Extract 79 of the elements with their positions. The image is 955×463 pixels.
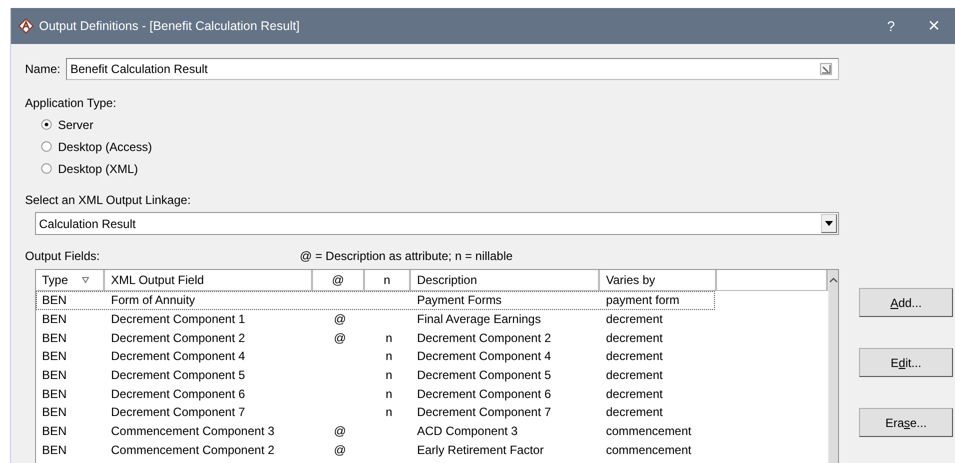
table-cell: decrement <box>606 386 663 401</box>
help-button[interactable]: ? <box>869 8 913 44</box>
table-cell: n <box>386 349 392 364</box>
dialog-button[interactable]: Edit... <box>859 348 953 377</box>
table-cell: Decrement Component 4 <box>417 349 552 364</box>
app-icon <box>18 18 34 34</box>
output-fields-label: Output Fields: <box>25 249 100 265</box>
table-cell: BEN <box>42 442 67 457</box>
table-cell: payment form <box>606 293 680 308</box>
table-cell: Decrement Component 4 <box>111 349 246 364</box>
table-row[interactable]: BEN Decrement Component 7 n Decrement Component 7 decrement <box>36 403 715 422</box>
table-cell: ACD Component 3 <box>417 424 518 438</box>
table-cell: Final Average Earnings <box>417 312 541 326</box>
table-cell: BEN <box>42 330 67 345</box>
application-type-label: Application Type: <box>25 96 118 110</box>
table-cell: Decrement Component 6 <box>417 386 552 401</box>
scrollbar[interactable] <box>828 270 838 463</box>
table-cell: BEN <box>42 386 67 401</box>
table-row[interactable]: BEN Form of Annuity Payment Forms payment form <box>36 291 715 310</box>
window-title: Output Definitions - [Benefit Calculation Result] <box>39 19 300 33</box>
table-cell: BEN <box>42 293 67 308</box>
table-cell: n <box>386 405 392 420</box>
table-row[interactable]: BEN Decrement Component 4 n Decrement Component 4 decrement <box>36 347 715 366</box>
table-cell: n <box>386 368 392 382</box>
radio-option[interactable]: Desktop (Access) <box>41 138 152 155</box>
table-cell: BEN <box>42 405 67 420</box>
linkage-dropdown[interactable]: Calculation Result <box>35 212 839 235</box>
table-cell: @ <box>334 442 346 457</box>
dropdown-arrow-icon <box>825 221 833 226</box>
table-cell: decrement <box>606 349 663 364</box>
table-cell: BEN <box>42 312 67 326</box>
table-cell: @ <box>334 312 346 326</box>
table-cell: Decrement Component 1 <box>111 312 246 326</box>
expand-icon[interactable] <box>820 63 832 75</box>
table-cell: decrement <box>606 330 663 345</box>
radio-icon[interactable] <box>41 163 52 174</box>
radio-icon[interactable] <box>41 119 52 130</box>
dialog-button[interactable]: Add... <box>859 288 953 317</box>
table-cell: Commencement Component 2 <box>111 442 274 457</box>
close-button[interactable]: × <box>913 8 955 44</box>
name-field[interactable]: Benefit Calculation Result <box>66 58 839 80</box>
radio-icon[interactable] <box>41 141 52 152</box>
legend-text: @ = Description as attribute; n = nillable <box>300 249 513 265</box>
table-cell: commencement <box>606 424 692 438</box>
table-row[interactable]: BEN Commencement Component 2 @ Early Retirement Factor commencement <box>36 440 715 460</box>
table-cell: Commencement Component 3 <box>111 424 274 438</box>
radio-option[interactable]: Desktop (XML) <box>41 160 138 177</box>
table-cell: decrement <box>606 405 663 420</box>
scroll-up-icon[interactable] <box>829 277 838 283</box>
table-cell: BEN <box>42 368 67 382</box>
table-cell: n <box>386 386 392 401</box>
table-row[interactable]: BEN Decrement Component 1 @ Final Average Earnings decrement <box>36 310 715 328</box>
table-cell: Decrement Component 7 <box>111 405 246 420</box>
table-cell: @ <box>334 330 346 345</box>
table-row[interactable]: BEN Decrement Component 2 @ n Decrement Component 2 decrement <box>36 328 715 348</box>
table-cell: Decrement Component 5 <box>417 368 552 382</box>
name-label: Name: <box>25 62 60 76</box>
table-cell: BEN <box>42 424 67 438</box>
linkage-label: Select an XML Output Linkage: <box>25 193 192 207</box>
dialog-button[interactable]: Erase... <box>859 408 953 437</box>
table-cell: BEN <box>42 349 67 364</box>
radio-option[interactable]: Server <box>41 116 94 133</box>
table-cell: Form of Annuity <box>111 293 196 308</box>
sort-icon <box>82 277 90 283</box>
table-cell: commencement <box>606 442 692 457</box>
table-cell: decrement <box>606 312 663 326</box>
table-cell: Early Retirement Factor <box>417 442 544 457</box>
table-row[interactable]: BEN Decrement Component 6 n Decrement Component 6 decrement <box>36 384 715 404</box>
table-cell: Payment Forms <box>417 293 502 308</box>
table-cell: Decrement Component 6 <box>111 386 246 401</box>
table-cell: Decrement Component 5 <box>111 368 246 382</box>
table-row[interactable]: BEN Decrement Component 5 n Decrement Component 5 decrement <box>36 366 715 384</box>
table-row[interactable]: BEN Commencement Component 3 @ ACD Component 3 commencement <box>36 422 715 440</box>
table-cell: decrement <box>606 368 663 382</box>
table-cell: Decrement Component 7 <box>417 405 552 420</box>
table-cell: Decrement Component 2 <box>111 330 246 345</box>
table-cell: @ <box>334 424 346 438</box>
table-cell: Decrement Component 2 <box>417 330 552 345</box>
table-cell: n <box>386 330 392 345</box>
